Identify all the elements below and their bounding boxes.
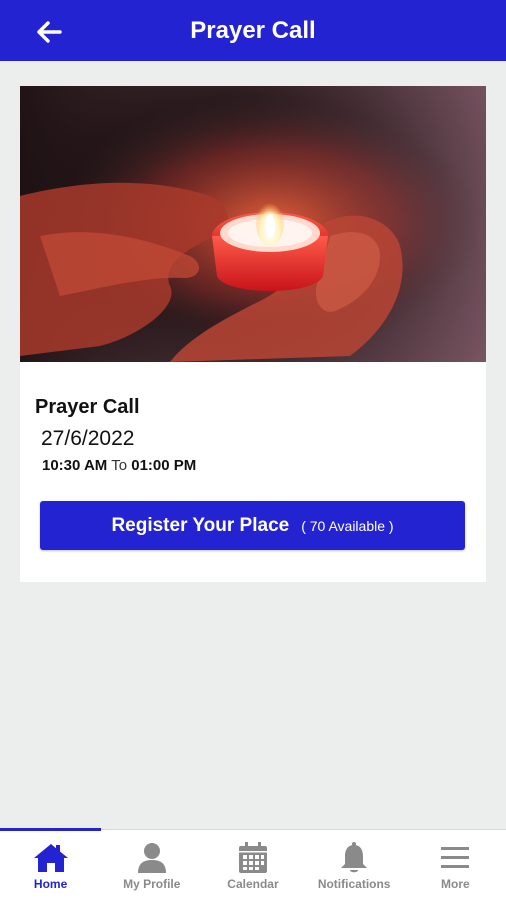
- start-time: 10:30 AM: [42, 457, 108, 474]
- nav-more-label: More: [441, 877, 470, 891]
- event-image: [20, 86, 486, 362]
- event-card: Prayer Call 27/6/2022 10:30 AM To 01:00 …: [20, 86, 486, 582]
- available-count: ( 70 Available ): [301, 517, 394, 534]
- calendar-icon: [238, 842, 267, 873]
- nav-notifications[interactable]: Notifications: [304, 830, 405, 900]
- nav-home-label: Home: [33, 877, 68, 891]
- bell-icon: [341, 842, 368, 873]
- nav-my-profile[interactable]: My Profile: [101, 830, 202, 900]
- nav-calendar-label: Calendar: [227, 877, 279, 891]
- register-label: Register Your Place: [111, 514, 290, 536]
- event-title: Prayer Call: [35, 396, 140, 418]
- back-button[interactable]: [34, 18, 64, 46]
- nav-my-profile-label: My Profile: [123, 877, 181, 891]
- page-title: Prayer Call: [190, 16, 316, 44]
- nav-home[interactable]: Home: [0, 830, 101, 900]
- home-icon: [33, 844, 68, 872]
- arrow-left-icon: [37, 21, 62, 43]
- nav-more[interactable]: More: [405, 830, 506, 900]
- menu-icon: [441, 847, 470, 868]
- event-date: 27/6/2022: [41, 427, 135, 450]
- end-time: 01:00 PM: [131, 457, 197, 474]
- user-icon: [137, 843, 166, 873]
- bottom-nav: Home My Profile Calendar Notifications M…: [0, 828, 506, 900]
- to-label: To: [111, 457, 128, 474]
- app-bar: Prayer Call: [0, 0, 506, 61]
- nav-calendar[interactable]: Calendar: [202, 830, 303, 900]
- event-time: 10:30 AM To 01:00 PM: [42, 457, 196, 474]
- nav-notifications-label: Notifications: [317, 877, 391, 891]
- register-button[interactable]: Register Your Place ( 70 Available ): [40, 501, 465, 550]
